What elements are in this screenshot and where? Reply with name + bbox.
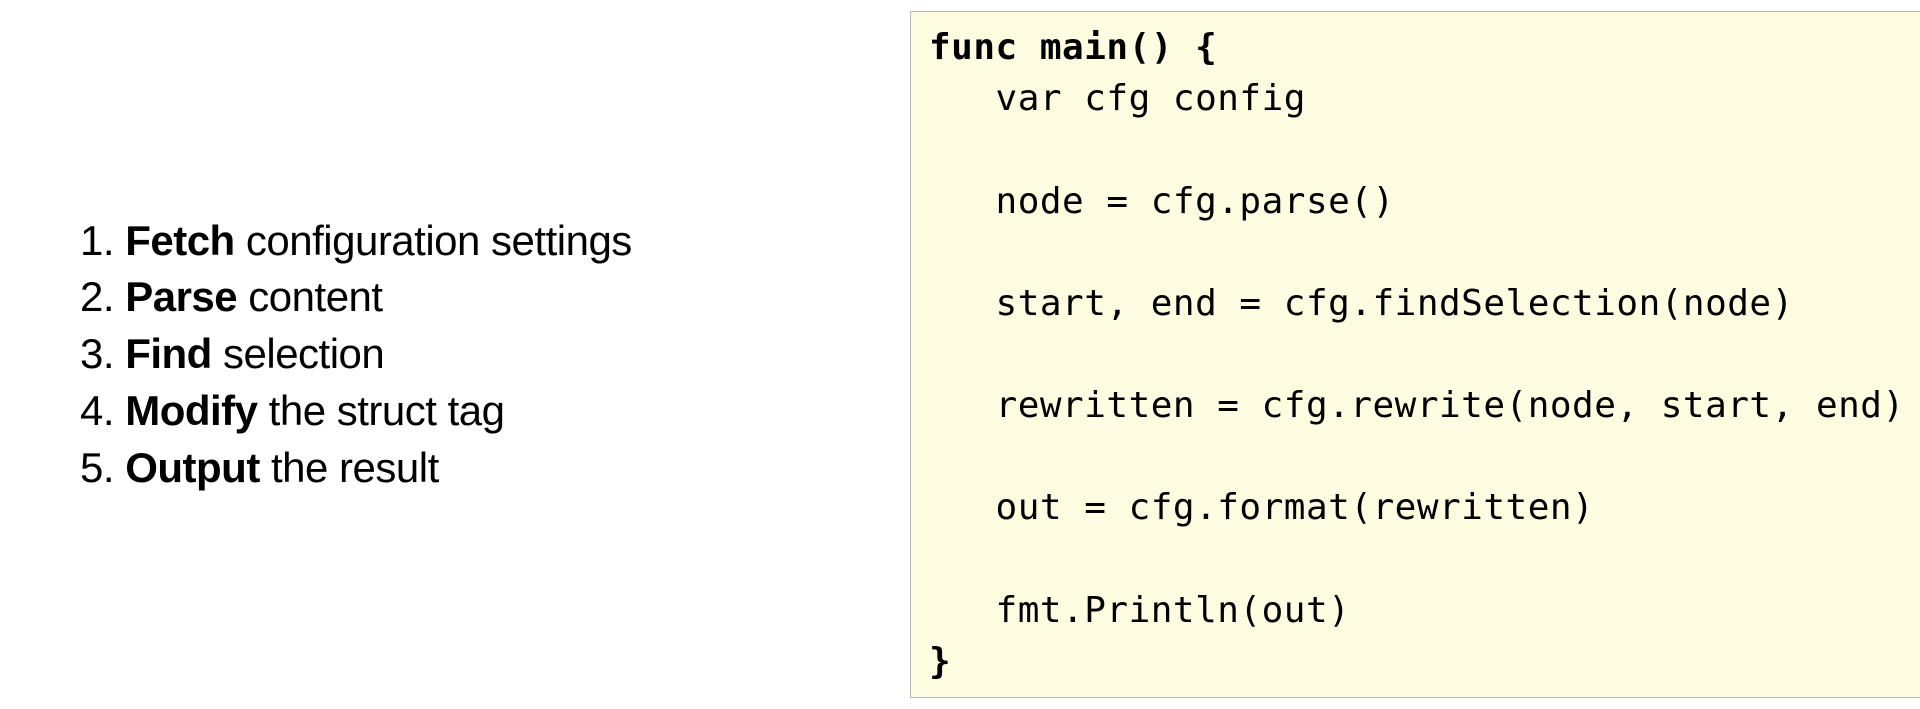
step-rest: the result [260,444,439,491]
step-rest: configuration settings [235,217,632,264]
step-item: Fetch configuration settings [80,213,870,270]
step-keyword: Output [125,444,260,491]
code-line: var cfg config [929,78,1306,119]
code-line: node = cfg.parse() [929,181,1395,222]
slide-container: Fetch configuration settings Parse conte… [0,0,1920,709]
step-rest: the struct tag [258,387,505,434]
code-line: out = cfg.format(rewritten) [929,487,1594,528]
step-keyword: Modify [125,387,257,434]
step-keyword: Find [125,330,212,377]
steps-list: Fetch configuration settings Parse conte… [80,213,870,496]
code-column: func main() { var cfg config node = cfg.… [910,11,1920,697]
step-item: Output the result [80,440,870,497]
code-block: func main() { var cfg config node = cfg.… [910,11,1920,697]
steps-column: Fetch configuration settings Parse conte… [80,213,910,496]
code-line: rewritten = cfg.rewrite(node, start, end… [929,385,1905,426]
step-keyword: Parse [125,273,237,320]
code-line-open: func main() { [929,27,1217,68]
code-line-close: } [929,641,951,682]
step-item: Parse content [80,269,870,326]
code-line: fmt.Println(out) [929,590,1350,631]
step-item: Modify the struct tag [80,383,870,440]
code-line: start, end = cfg.findSelection(node) [929,283,1794,324]
step-item: Find selection [80,326,870,383]
step-keyword: Fetch [125,217,235,264]
step-rest: selection [212,330,384,377]
step-rest: content [237,273,382,320]
